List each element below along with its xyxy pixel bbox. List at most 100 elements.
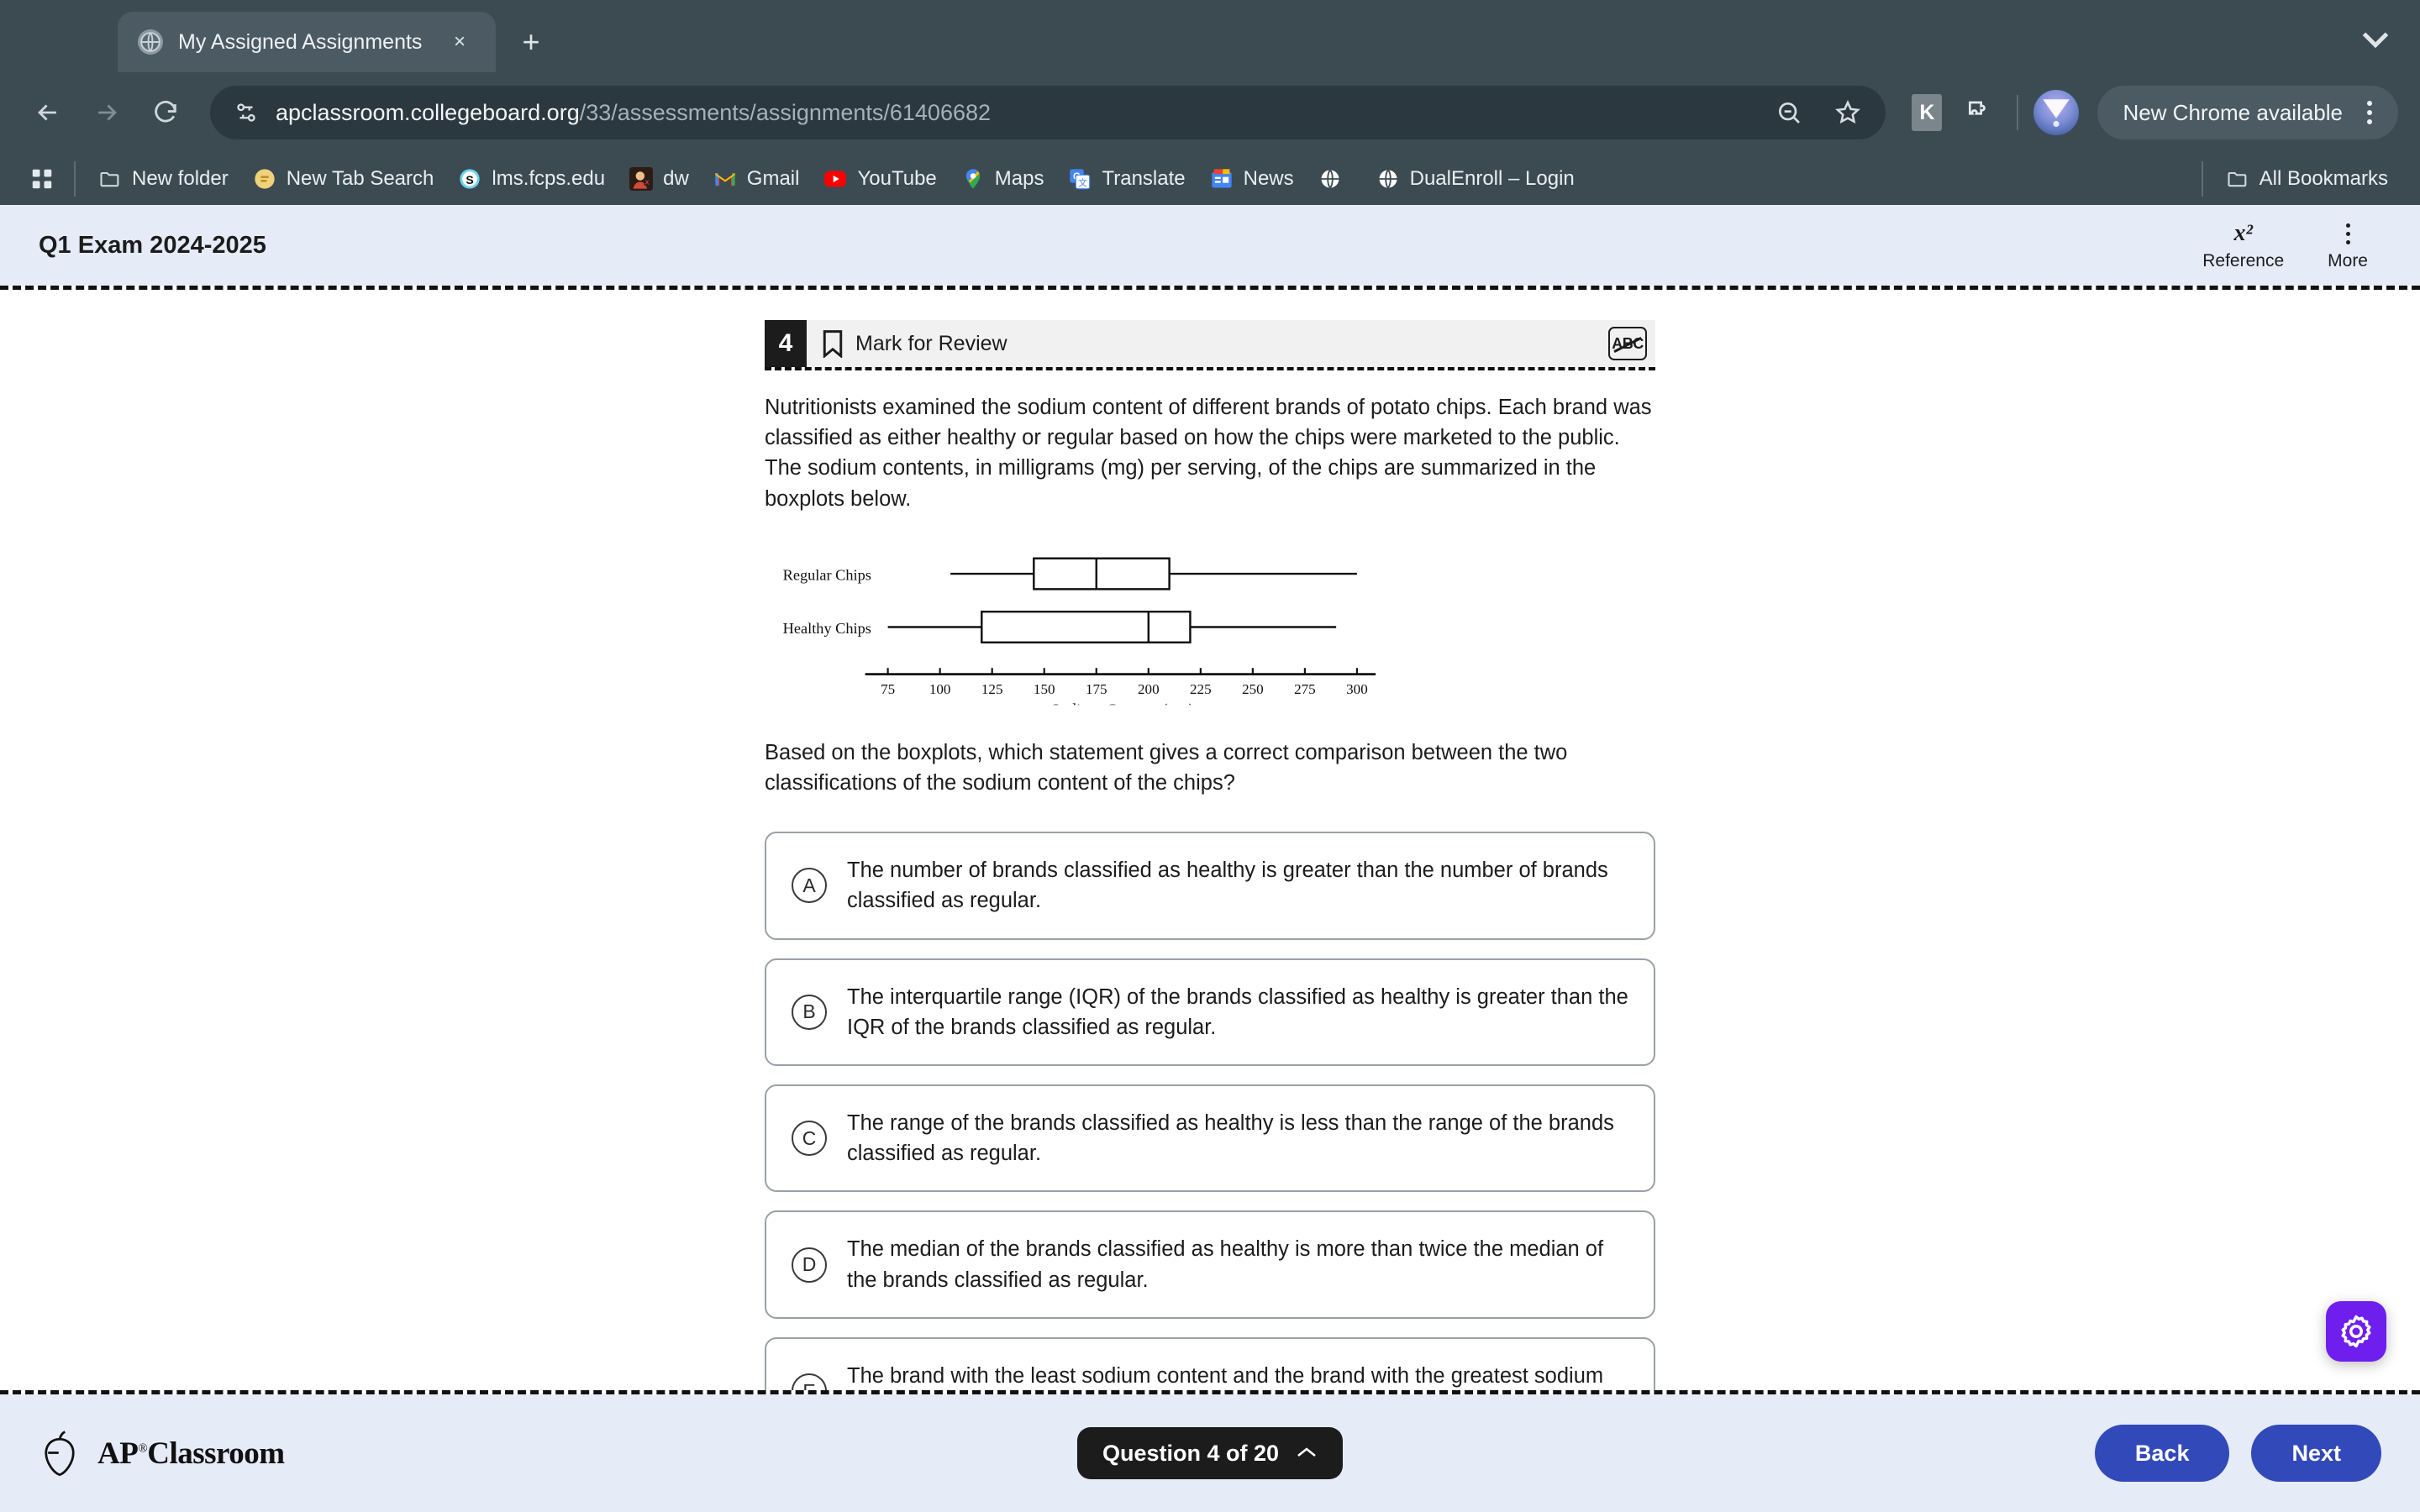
reload-icon[interactable]: [139, 87, 192, 139]
avatar[interactable]: [2033, 90, 2080, 135]
maps-icon: [960, 166, 986, 192]
axis-tick-label: 175: [1086, 681, 1107, 697]
settings-gear-icon[interactable]: [2326, 1301, 2386, 1362]
back-icon[interactable]: [22, 87, 74, 139]
bookmark-label: Gmail: [746, 167, 800, 190]
question-prompt: Based on the boxplots, which statement g…: [765, 740, 1568, 795]
answer-choice-e[interactable]: E The brand with the least sodium conten…: [765, 1336, 1655, 1390]
question-number: 4: [765, 320, 807, 367]
reference-button[interactable]: x² Reference: [2202, 219, 2284, 271]
axis-tick-label: 225: [1190, 681, 1212, 697]
svg-text:X: X: [645, 180, 650, 186]
bookmark-label: Translate: [1102, 167, 1186, 190]
globe-icon: [1318, 166, 1343, 192]
page-title: Q1 Exam 2024-2025: [39, 231, 266, 259]
axis-tick-label: 275: [1294, 681, 1316, 697]
bookmark-gmail[interactable]: Gmail: [702, 161, 810, 197]
bookmark-maps[interactable]: Maps: [950, 161, 1055, 197]
all-bookmarks-label: All Bookmarks: [2259, 167, 2388, 190]
boxplot-chart: Regular Chips Healthy Chips 75 100 125 150 175…: [783, 557, 1376, 705]
cross-out-abc-icon[interactable]: ABC: [1608, 327, 1647, 360]
youtube-icon: [823, 166, 848, 192]
globe-icon: [1376, 166, 1401, 192]
svg-text:S: S: [466, 173, 474, 186]
axis-tick-label: 250: [1242, 681, 1264, 697]
more-button[interactable]: More: [2328, 219, 2368, 271]
browser-window: My Assigned Assignments × + apclassroom.…: [0, 0, 2420, 1512]
apps-grid-icon[interactable]: [22, 159, 62, 199]
bookmark-star-icon[interactable]: [1825, 90, 1870, 135]
close-icon[interactable]: ×: [444, 26, 476, 58]
next-button[interactable]: Next: [2251, 1425, 2381, 1482]
boxplot-box: [981, 610, 1192, 643]
kami-extension-icon[interactable]: K: [1904, 90, 1949, 135]
answer-choice-a[interactable]: A The number of brands classified as hea…: [765, 832, 1655, 940]
bookmark-label: lms.fcps.edu: [492, 167, 606, 190]
axis-tick-label: 125: [981, 681, 1003, 697]
choice-letter: D: [792, 1247, 827, 1283]
bookmark-lms-fcps-edu[interactable]: S lms.fcps.edu: [447, 161, 615, 197]
bookmark-globe[interactable]: [1307, 161, 1362, 197]
bookmark-new-tab-search[interactable]: New Tab Search: [242, 161, 445, 197]
choice-text: The number of brands classified as healt…: [847, 858, 1608, 913]
bookmark-label: New Tab Search: [286, 167, 434, 190]
choice-text: The range of the brands classified as he…: [847, 1111, 1614, 1166]
extensions-puzzle-icon[interactable]: [1956, 90, 2002, 135]
bookmark-new-folder[interactable]: New folder: [87, 161, 239, 197]
bookmark-label: New folder: [132, 167, 229, 190]
acorn-icon: [39, 1430, 81, 1477]
boxplot-figure: Regular Chips Healthy Chips 75 100 125 150 175…: [765, 541, 1655, 709]
chevron-up-icon: [1296, 1441, 1318, 1465]
question-container: 4 Mark for Review ABC: [765, 290, 1655, 1390]
bookmark-label: Maps: [994, 167, 1044, 190]
translate-icon: G文: [1067, 166, 1092, 192]
answer-choices: A The number of brands classified as hea…: [765, 832, 1655, 1390]
axis-tick-label: 300: [1346, 681, 1368, 697]
bookmark-youtube[interactable]: YouTube: [813, 161, 946, 197]
more-label: More: [2328, 251, 2368, 270]
question-scroll-area[interactable]: 4 Mark for Review ABC: [0, 290, 2420, 1390]
brand-ap: AP: [97, 1436, 139, 1471]
exam-header: Q1 Exam 2024-2025 x² Reference More: [0, 205, 2420, 286]
site-settings-icon[interactable]: [230, 97, 262, 129]
bookmark-news[interactable]: News: [1199, 161, 1304, 197]
forward-icon[interactable]: [81, 87, 133, 139]
mark-for-review-button[interactable]: Mark for Review: [807, 320, 1007, 367]
footer-navigation: Back Next: [2094, 1425, 2381, 1482]
update-label: New Chrome available: [2123, 99, 2343, 125]
bookmark-translate[interactable]: G文 Translate: [1057, 161, 1195, 197]
axis-tick-label: 200: [1138, 681, 1160, 697]
bookmark-dw[interactable]: X dw: [618, 161, 699, 197]
ap-classroom-logo: AP®Classroom: [39, 1430, 285, 1477]
back-button[interactable]: Back: [2094, 1425, 2230, 1482]
zoom-out-icon[interactable]: [1766, 90, 1812, 135]
question-stem: Nutritionists examined the sodium conten…: [765, 396, 1652, 511]
axis-tick-label: 150: [1034, 681, 1055, 697]
new-tab-button[interactable]: +: [508, 18, 555, 66]
answer-choice-b[interactable]: B The interquartile range (IQR) of the b…: [765, 958, 1655, 1067]
tab-title: My Assigned Assignments: [178, 29, 423, 54]
choice-text: The brand with the least sodium content …: [847, 1363, 1604, 1388]
brand-registered: ®: [138, 1441, 148, 1456]
address-bar[interactable]: apclassroom.collegeboard.org/33/assessme…: [210, 86, 1886, 139]
axis-tick-label: 75: [881, 681, 895, 697]
folder-icon: [2225, 166, 2250, 192]
all-bookmarks-button[interactable]: All Bookmarks: [2215, 161, 2398, 197]
answer-choice-d[interactable]: D The median of the brands classified as…: [765, 1210, 1655, 1319]
brand-classroom: Classroom: [147, 1436, 285, 1471]
choice-text: The median of the brands classified as h…: [847, 1237, 1604, 1292]
answer-choice-c[interactable]: C The range of the brands classified as …: [765, 1084, 1655, 1193]
exam-header-actions: x² Reference More: [2202, 219, 2381, 271]
bookmark-dualenroll-login[interactable]: DualEnroll – Login: [1365, 161, 1585, 197]
question-navigator-button[interactable]: Question 4 of 20: [1076, 1427, 1344, 1479]
question-dashed-divider: [765, 367, 1655, 370]
question-tools: ABC: [1608, 320, 1655, 367]
url-text: apclassroom.collegeboard.org/33/assessme…: [276, 100, 1753, 126]
bookmark-icon: [822, 330, 844, 359]
chrome-update-button[interactable]: New Chrome available: [2097, 86, 2398, 139]
browser-tab[interactable]: My Assigned Assignments ×: [118, 12, 496, 72]
news-icon: [1209, 166, 1234, 192]
question-toolbar: 4 Mark for Review ABC: [765, 320, 1655, 367]
tab-list-chevron-icon[interactable]: [2353, 17, 2398, 62]
chrome-menu-icon[interactable]: [2353, 93, 2386, 132]
